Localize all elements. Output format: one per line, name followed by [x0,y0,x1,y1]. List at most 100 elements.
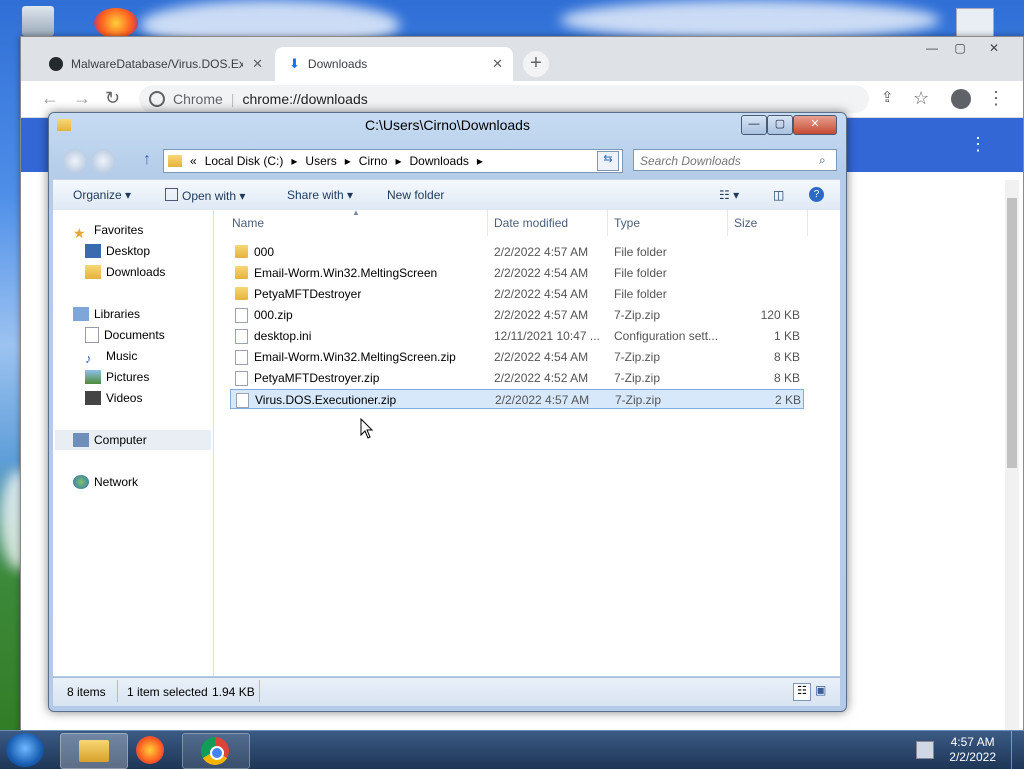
scrollbar-thumb[interactable] [1007,198,1017,468]
status-bar: 8 items 1 item selected 1.94 KB ☷ ▣ [53,677,840,706]
file-size: 1 KB [773,329,800,343]
file-row[interactable]: Virus.DOS.Executioner.zip 2/2/2022 4:57 A… [230,389,804,409]
omnibox[interactable]: Chrome | chrome://downloads [139,85,869,113]
taskbar-explorer[interactable] [60,733,128,769]
nav-favorites[interactable]: ★ Favorites [73,220,143,241]
file-row[interactable]: 000 2/2/2022 4:57 AM File folder [230,242,804,262]
new-tab-button[interactable]: + [523,51,549,77]
breadcrumb-downloads[interactable]: Downloads [410,154,469,168]
nav-music[interactable]: ♪ Music [85,346,137,366]
chevron-right-icon[interactable]: ▸ [291,154,297,168]
close-tab-icon[interactable]: ✕ [252,56,263,72]
chrome-logo-icon [149,91,165,107]
column-header-type[interactable]: Type [608,210,728,236]
bookmark-star-icon[interactable]: ☆ [913,88,929,109]
breadcrumb-users[interactable]: Users [305,154,336,168]
profile-avatar[interactable] [951,89,971,109]
minimize-button[interactable]: — [741,115,767,135]
new-folder-button[interactable]: New folder [387,188,444,202]
view-options-icon[interactable]: ☷ ▾ [719,188,739,202]
nav-libraries[interactable]: Libraries [73,304,140,324]
breadcrumb-local-disk[interactable]: Local Disk (C:) [205,154,284,168]
firefox-desktop-icon[interactable] [94,8,138,38]
file-date: 2/2/2022 4:52 AM [494,371,589,385]
downloads-menu-icon[interactable]: ⋮ [969,134,987,155]
show-desktop-button[interactable] [1011,731,1024,769]
recycle-bin-icon[interactable] [22,6,54,36]
tray-clock[interactable]: 4:57 AM 2/2/2022 [949,735,996,765]
computer-icon [73,433,89,447]
reload-icon[interactable]: ↻ [105,88,120,109]
open-with-button[interactable]: Open with ▾ [165,188,245,203]
address-overflow[interactable]: « [190,154,197,168]
network-tray-icon[interactable] [916,741,934,759]
file-date: 2/2/2022 4:54 AM [494,350,589,364]
maximize-button[interactable]: ▢ [767,115,793,135]
file-date: 2/2/2022 4:57 AM [495,393,590,407]
search-icon: ⌕ [819,153,826,167]
file-name: desktop.ini [254,329,312,343]
taskbar: 4:57 AM 2/2/2022 [0,730,1024,769]
nav-videos[interactable]: Videos [85,388,142,408]
nav-documents[interactable]: Documents [85,325,165,345]
file-date: 2/2/2022 4:57 AM [494,245,589,259]
file-name: 000 [254,245,275,259]
explorer-taskbar-icon [79,740,109,762]
file-row[interactable]: PetyaMFTDestroyer 2/2/2022 4:54 AM File fo… [230,284,804,304]
minimize-button[interactable]: — [919,41,945,57]
file-row[interactable]: desktop.ini 12/11/2021 10:47 ... Configura… [230,326,804,346]
back-arrow-icon[interactable]: ← [41,88,59,109]
address-bar[interactable]: « Local Disk (C:) ▸ Users ▸ Cirno ▸ Downloa… [163,149,623,173]
back-arrow-icon[interactable] [63,149,87,173]
forward-arrow-icon[interactable] [91,149,115,173]
file-row[interactable]: PetyaMFTDestroyer.zip 2/2/2022 4:52 AM 7-Z… [230,368,804,388]
command-bar: Organize ▾ Open with ▾ Share with ▾ New … [53,179,840,211]
close-button[interactable]: ✕ [981,41,1007,57]
help-icon[interactable]: ? [809,187,824,202]
start-button[interactable] [6,733,44,767]
nav-pictures[interactable]: Pictures [85,367,149,387]
column-header-size[interactable]: Size [728,210,808,236]
firefox-taskbar-icon [136,736,164,764]
file-row[interactable]: Email-Worm.Win32.MeltingScreen 2/2/2022 4… [230,263,804,283]
explorer-window: C:\Users\Cirno\Downloads — ▢ ✕ ↑ « Local… [48,112,847,712]
downloads-folder-icon [85,265,101,279]
breadcrumb-cirno[interactable]: Cirno [359,154,388,168]
file-row[interactable]: 000.zip 2/2/2022 4:57 AM 7-Zip.zip 120 KB [230,305,804,325]
forward-arrow-icon[interactable]: → [73,88,91,109]
close-button[interactable]: ✕ [793,115,837,135]
folder-icon [235,245,248,258]
file-date: 2/2/2022 4:54 AM [494,266,589,280]
preview-pane-icon[interactable]: ◫ [773,188,784,202]
nav-computer[interactable]: Computer [55,430,211,450]
maximize-button[interactable]: ▢ [947,41,973,57]
up-folder-icon[interactable]: ↑ [143,151,151,169]
chrome-taskbar-icon-center [210,746,224,760]
chevron-right-icon[interactable]: ▸ [345,154,351,168]
chevron-right-icon[interactable]: ▸ [395,154,401,168]
file-name: PetyaMFTDestroyer [254,287,362,301]
taskbar-firefox[interactable] [120,733,180,767]
nav-downloads[interactable]: Downloads [85,262,165,282]
taskbar-chrome[interactable] [182,733,250,769]
large-icons-view-icon[interactable]: ▣ [815,683,826,697]
share-icon[interactable]: ⇪ [881,88,894,106]
chrome-tab-github[interactable]: MalwareDatabase/Virus.DOS.Exe ✕ [37,47,273,81]
checkbox-icon [165,188,178,201]
file-list: Name Date modified Type Size ▲ 000 2/2/20… [214,208,840,676]
omnibox-url: chrome://downloads [242,91,368,107]
close-tab-icon[interactable]: ✕ [492,56,503,72]
chrome-tab-downloads[interactable]: ⬇ Downloads ✕ [275,47,513,81]
share-with-button[interactable]: Share with ▾ [287,188,353,202]
file-row[interactable]: Email-Worm.Win32.MeltingScreen.zip 2/2/20… [230,347,804,367]
search-input[interactable]: Search Downloads [633,149,837,171]
page-scrollbar[interactable] [1005,180,1019,732]
nav-desktop[interactable]: Desktop [85,241,150,261]
organize-button[interactable]: Organize ▾ [73,188,131,202]
chevron-right-icon[interactable]: ▸ [477,154,483,168]
details-view-icon[interactable]: ☷ [793,683,811,701]
menu-kebab-icon[interactable]: ⋮ [987,88,1005,109]
column-header-date[interactable]: Date modified [488,210,608,236]
nav-network[interactable]: Network [73,472,138,492]
refresh-icon[interactable]: ⇆ [597,151,619,171]
